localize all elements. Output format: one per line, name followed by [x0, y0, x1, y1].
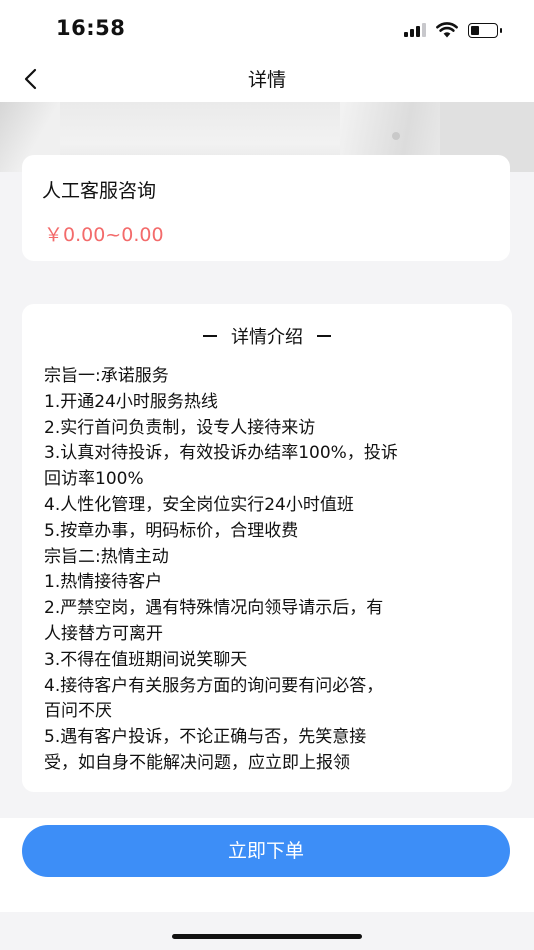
wifi-icon: [436, 22, 458, 38]
detail-text: 宗旨一:承诺服务 1.开通24小时服务热线 2.实行首问负责制，设专人接待来访 …: [44, 364, 504, 777]
status-icons: [404, 20, 502, 40]
battery-icon: [468, 22, 502, 38]
detail-line: 受，如自身不能解决问题，应立即上报领: [44, 752, 350, 773]
detail-card: 详情介绍 宗旨一:承诺服务 1.开通24小时服务热线 2.实行首问负责制，设专人…: [22, 304, 512, 792]
detail-line: 2.严禁空岗，遇有特殊情况向领导请示后，有: [44, 598, 384, 619]
detail-line: 人接替方可离开: [44, 623, 163, 644]
detail-page: 16:58 详情 人工客服咨询 ￥0.00~0.00 详情介绍 宗旨一:承诺服务…: [0, 0, 534, 950]
status-bar: 16:58: [0, 0, 534, 56]
product-card: 人工客服咨询 ￥0.00~0.00: [22, 155, 510, 261]
product-price: ￥0.00~0.00: [44, 224, 164, 246]
detail-line: 回访率100%: [44, 469, 144, 490]
detail-heading: 详情介绍: [22, 322, 512, 350]
detail-line: 百问不厌: [44, 701, 112, 722]
heading-dash-left: [203, 335, 217, 337]
cellular-signal-icon: [404, 23, 426, 37]
status-time: 16:58: [56, 16, 126, 40]
detail-line: 3.认真对待投诉，有效投诉办结率100%，投诉: [44, 443, 398, 464]
detail-line: 2.实行首问负责制，设专人接待来访: [44, 417, 316, 438]
detail-heading-label: 详情介绍: [231, 327, 303, 348]
product-title: 人工客服咨询: [42, 180, 157, 202]
order-now-button[interactable]: 立即下单: [22, 825, 510, 877]
page-title: 详情: [247, 69, 286, 91]
bottom-action-bar: 立即下单: [0, 818, 534, 912]
detail-line: 4.接待客户有关服务方面的询问要有问必答，: [44, 675, 384, 696]
detail-line: 4.人性化管理，安全岗位实行24小时值班: [44, 494, 354, 515]
nav-bar: 详情: [0, 56, 534, 102]
detail-line: 宗旨一:承诺服务: [44, 366, 169, 386]
heading-dash-right: [317, 335, 331, 337]
detail-line: 3.不得在值班期间说笑聊天: [44, 649, 248, 670]
home-indicator: [172, 934, 362, 939]
detail-line: 5.遇有客户投诉，不论正确与否，先笑意接: [44, 727, 367, 748]
detail-line: 5.按章办事，明码标价，合理收费: [44, 520, 299, 541]
detail-line: 1.热情接待客户: [44, 572, 163, 593]
detail-line: 1.开通24小时服务热线: [44, 391, 218, 412]
detail-line: 宗旨二:热情主动: [44, 546, 169, 567]
